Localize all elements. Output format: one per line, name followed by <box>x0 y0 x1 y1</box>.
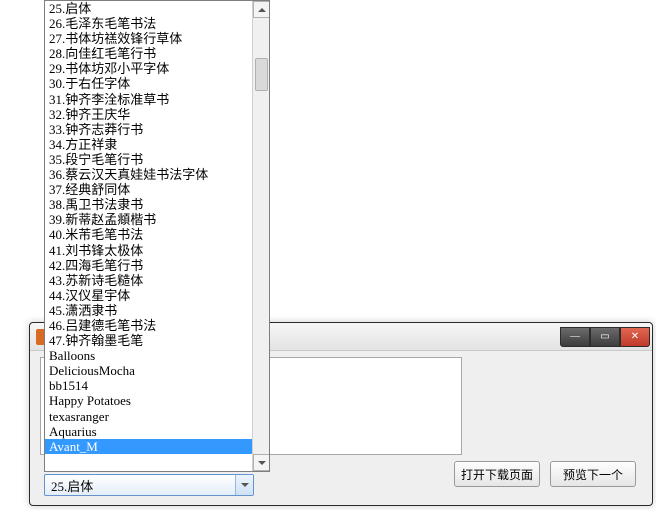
dropdown-option[interactable]: Avant_M <box>45 439 269 454</box>
dropdown-option[interactable]: 46.吕建德毛笔书法 <box>45 318 269 333</box>
chevron-down-icon <box>258 461 266 465</box>
open-download-page-button[interactable]: 打开下载页面 <box>454 461 540 487</box>
dropdown-option[interactable]: 40.米芾毛笔书法 <box>45 227 269 242</box>
dropdown-option[interactable]: 33.钟齐志莽行书 <box>45 122 269 137</box>
dropdown-option[interactable]: 45.潇洒隶书 <box>45 303 269 318</box>
button-label: 打开下载页面 <box>461 466 533 483</box>
dropdown-option[interactable]: 32.钟齐王庆华 <box>45 107 269 122</box>
dropdown-option[interactable]: 36.蔡云汉天真娃娃书法字体 <box>45 167 269 182</box>
close-icon: ✕ <box>631 331 639 342</box>
button-label: 预览下一个 <box>563 466 623 483</box>
window-buttons: — ▭ ✕ <box>560 327 650 347</box>
dropdown-option[interactable]: 28.向佳红毛笔行书 <box>45 46 269 61</box>
close-button[interactable]: ✕ <box>620 327 650 347</box>
font-selector-combo[interactable]: 25.启体 <box>44 474 254 496</box>
dropdown-option[interactable]: texasranger <box>45 409 269 424</box>
chevron-up-icon <box>258 8 266 12</box>
scroll-down-button[interactable] <box>253 454 270 471</box>
dropdown-option[interactable]: 31.钟齐李洤标准草书 <box>45 92 269 107</box>
minimize-icon: — <box>570 331 580 342</box>
dropdown-option[interactable]: 34.方正祥隶 <box>45 137 269 152</box>
font-dropdown-list[interactable]: 25.启体26.毛泽东毛笔书法27.书体坊禚效锋行草体28.向佳红毛笔行书29.… <box>44 0 270 472</box>
dropdown-option[interactable]: Happy Potatoes <box>45 393 269 408</box>
dropdown-option[interactable]: 29.书体坊邓小平字体 <box>45 61 269 76</box>
minimize-button[interactable]: — <box>560 327 590 347</box>
combo-arrow[interactable] <box>235 475 253 495</box>
scroll-thumb[interactable] <box>255 58 268 91</box>
dropdown-option[interactable]: 35.段宁毛笔行书 <box>45 152 269 167</box>
scroll-up-button[interactable] <box>253 1 270 18</box>
dropdown-option[interactable]: 27.书体坊禚效锋行草体 <box>45 31 269 46</box>
dropdown-option[interactable]: 42.四海毛笔行书 <box>45 258 269 273</box>
dropdown-option[interactable]: 39.新蒂赵孟頫楷书 <box>45 212 269 227</box>
dropdown-option[interactable]: 37.经典舒同体 <box>45 182 269 197</box>
dropdown-option[interactable]: 25.启体 <box>45 1 269 16</box>
scrollbar[interactable] <box>252 1 269 471</box>
dropdown-option[interactable]: 41.刘书锋太极体 <box>45 243 269 258</box>
dropdown-option[interactable]: 30.于右任字体 <box>45 76 269 91</box>
dropdown-option[interactable]: 43.苏新诗毛糙体 <box>45 273 269 288</box>
dropdown-option[interactable]: Balloons <box>45 348 269 363</box>
dropdown-option[interactable]: 47.钟齐翰墨毛笔 <box>45 333 269 348</box>
preview-next-button[interactable]: 预览下一个 <box>550 461 636 487</box>
chevron-down-icon <box>241 483 249 487</box>
dropdown-option[interactable]: bb1514 <box>45 378 269 393</box>
maximize-button[interactable]: ▭ <box>590 327 620 347</box>
dropdown-option[interactable]: Aquarius <box>45 424 269 439</box>
dropdown-option[interactable]: DeliciousMocha <box>45 363 269 378</box>
dropdown-option[interactable]: 44.汉仪星宇体 <box>45 288 269 303</box>
maximize-icon: ▭ <box>600 331 609 342</box>
dropdown-option[interactable]: 38.禹卫书法隶书 <box>45 197 269 212</box>
dropdown-option[interactable]: 26.毛泽东毛笔书法 <box>45 16 269 31</box>
combo-selected-label: 25.启体 <box>45 476 235 495</box>
